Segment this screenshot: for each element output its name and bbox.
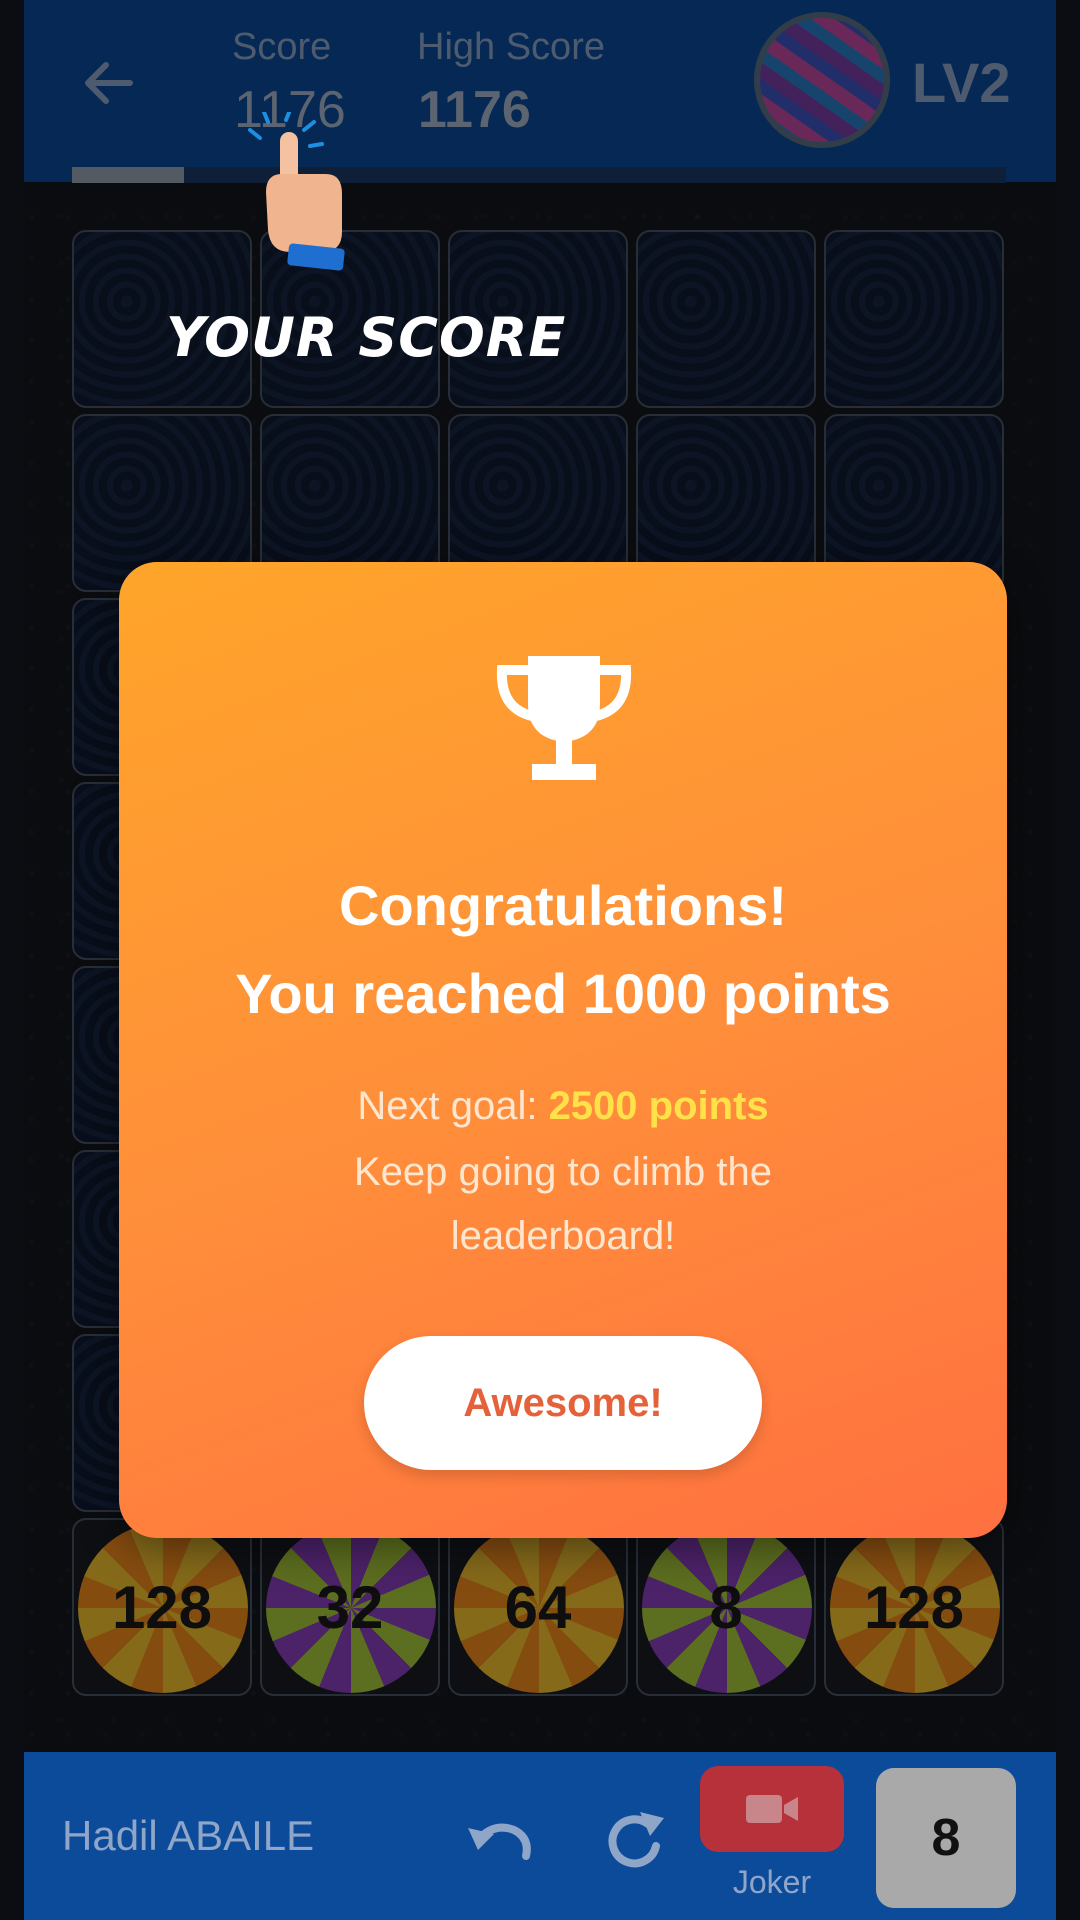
- next-goal-text: Next goal: 2500 points: [119, 1074, 1007, 1138]
- title-line-2: You reached 1000 points: [235, 962, 891, 1025]
- milestone-modal: Congratulations! You reached 1000 points…: [119, 562, 1007, 1538]
- title-line-1: Congratulations!: [339, 874, 787, 937]
- congratulations-title: Congratulations! You reached 1000 points: [119, 862, 1007, 1038]
- joker-label: Joker: [732, 1864, 812, 1900]
- trophy-icon: [496, 656, 632, 780]
- next-tile-counter[interactable]: 8: [876, 1768, 1016, 1908]
- game-screen: Score 1176 High Score 1176 LV2 128 32 64 8 1…: [24, 0, 1056, 1920]
- next-goal-prefix: Next goal:: [357, 1084, 549, 1128]
- joker-button[interactable]: [700, 1766, 844, 1852]
- redo-icon[interactable]: [602, 1808, 670, 1876]
- pointing-hand-icon: [248, 112, 345, 271]
- footer-bar: Hadil ABAILE Joker 8: [24, 1752, 1056, 1920]
- player-name: Hadil ABAILE: [62, 1812, 315, 1859]
- your-score-annotation: YOUR SCORE: [166, 306, 567, 369]
- next-goal-value: 2500 points: [548, 1084, 769, 1128]
- video-camera-icon: [746, 1795, 798, 1823]
- awesome-button[interactable]: Awesome!: [364, 1336, 762, 1470]
- encouragement-text: Keep going to climb the leaderboard!: [353, 1150, 773, 1258]
- undo-icon[interactable]: [464, 1810, 536, 1874]
